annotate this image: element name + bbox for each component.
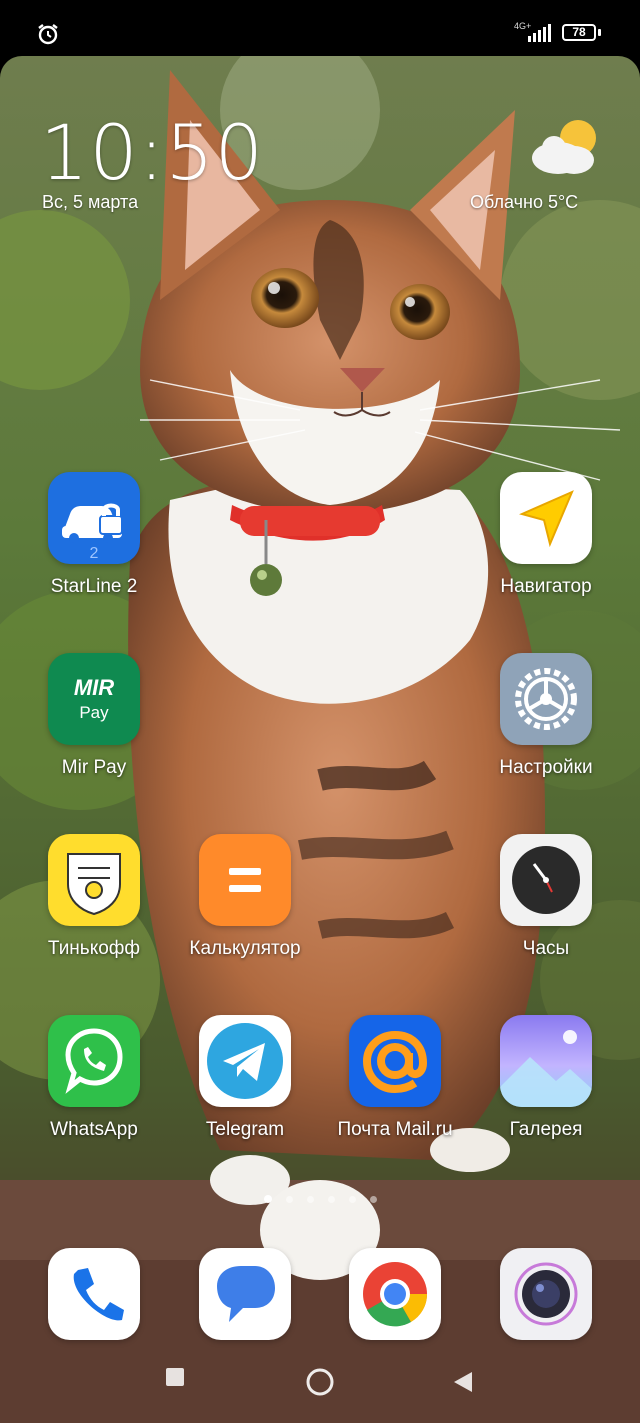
- app-label-clock: Часы: [522, 938, 570, 959]
- tinkoff-icon: [48, 834, 140, 926]
- app-starline[interactable]: 2 StarLine 2: [19, 472, 169, 598]
- app-mirpay[interactable]: MIR Pay Mir Pay: [19, 653, 169, 779]
- app-whatsapp[interactable]: WhatsApp: [19, 1015, 169, 1141]
- signal-icon: [528, 24, 551, 42]
- svg-text:2: 2: [90, 545, 99, 562]
- partly-cloudy-icon[interactable]: [528, 116, 602, 178]
- messages-icon: [199, 1248, 291, 1340]
- app-tinkoff[interactable]: Тинькофф: [19, 834, 169, 960]
- weather-summary[interactable]: Облачно 5°C: [470, 192, 578, 213]
- navigator-icon: [500, 472, 592, 564]
- app-settings[interactable]: Настройки: [471, 653, 621, 779]
- clock-icon: [500, 834, 592, 926]
- home-button-icon[interactable]: [304, 1366, 336, 1398]
- mail-icon: [349, 1015, 441, 1107]
- page-dot[interactable]: [369, 1196, 377, 1203]
- weather-temperature: 5°C: [547, 192, 579, 212]
- app-gallery[interactable]: Галерея: [471, 1015, 621, 1141]
- dock-phone[interactable]: [19, 1248, 169, 1340]
- page-dot[interactable]: [348, 1196, 356, 1203]
- app-label-settings: Настройки: [499, 757, 593, 778]
- app-clock[interactable]: Часы: [471, 834, 621, 960]
- mirpay-icon: MIR Pay: [48, 653, 140, 745]
- battery-tip: [598, 29, 601, 36]
- status-bar: 4G+ 78: [0, 0, 640, 60]
- app-label-mirpay: Mir Pay: [61, 757, 127, 778]
- app-label-tinkoff: Тинькофф: [47, 938, 141, 959]
- alarm-icon: [38, 24, 58, 45]
- app-label-calculator: Калькулятор: [189, 938, 301, 959]
- clock-time[interactable]: 10:50: [40, 108, 264, 197]
- app-navigator[interactable]: Навигатор: [471, 472, 621, 598]
- telegram-icon: [199, 1015, 291, 1107]
- recents-button-icon[interactable]: [164, 1366, 186, 1388]
- back-button-icon[interactable]: [452, 1370, 474, 1394]
- dock-messages[interactable]: [170, 1248, 320, 1340]
- starline-icon: 2: [48, 472, 140, 564]
- battery-icon: 78: [562, 24, 596, 41]
- page-dot[interactable]: [306, 1196, 314, 1203]
- app-calculator[interactable]: Калькулятор: [170, 834, 320, 960]
- chrome-icon: [349, 1248, 441, 1340]
- page-dot[interactable]: [263, 1195, 272, 1203]
- page-dot[interactable]: [327, 1196, 335, 1203]
- camera-icon: [500, 1248, 592, 1340]
- dock-camera[interactable]: [471, 1248, 621, 1340]
- app-label-telegram: Telegram: [205, 1119, 285, 1140]
- app-label-whatsapp: WhatsApp: [50, 1119, 138, 1140]
- page-dot[interactable]: [285, 1196, 293, 1203]
- phone-icon: [48, 1248, 140, 1340]
- mirpay-icon-pay-text: Pay: [79, 703, 109, 722]
- dock-chrome[interactable]: [320, 1248, 470, 1340]
- app-telegram[interactable]: Telegram: [170, 1015, 320, 1141]
- calculator-icon: [199, 834, 291, 926]
- page-indicator[interactable]: [0, 1190, 640, 1208]
- app-label-gallery: Галерея: [509, 1119, 583, 1140]
- app-label-mail: Почта Mail.ru: [337, 1119, 453, 1140]
- gallery-icon: [500, 1015, 592, 1107]
- whatsapp-icon: [48, 1015, 140, 1107]
- settings-icon: [500, 653, 592, 745]
- mirpay-icon-mir-text: MIR: [73, 675, 115, 700]
- app-mail[interactable]: Почта Mail.ru: [320, 1015, 470, 1141]
- weather-condition: Облачно: [470, 192, 543, 212]
- app-label-navigator: Навигатор: [500, 576, 592, 597]
- clock-date[interactable]: Вс, 5 марта: [42, 192, 138, 213]
- app-label-starline: StarLine 2: [50, 576, 138, 597]
